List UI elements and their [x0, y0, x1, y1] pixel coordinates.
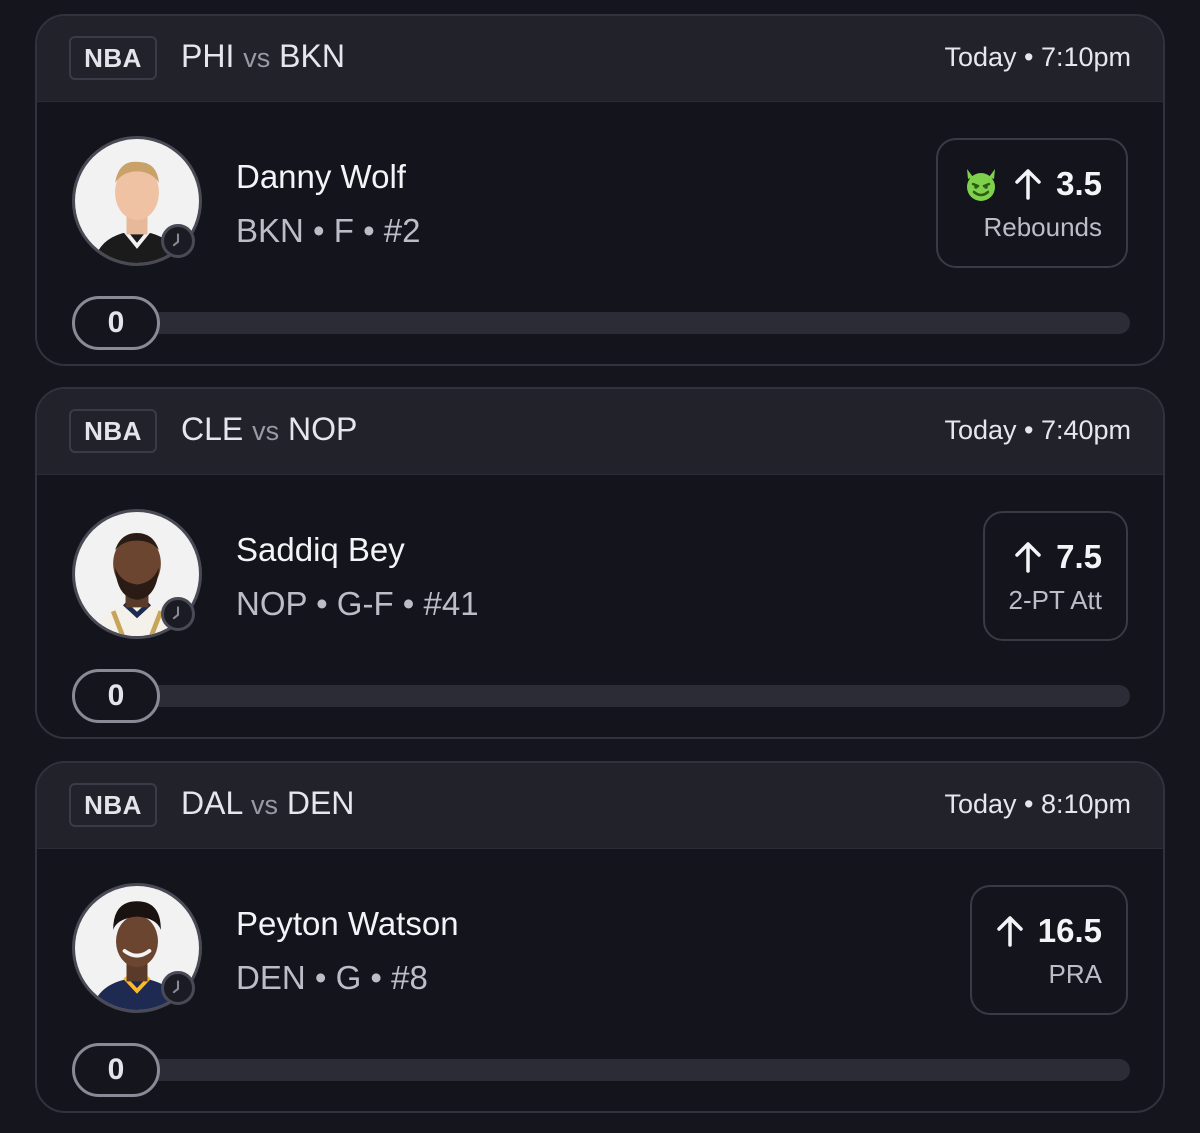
player-name: Peyton Watson [236, 905, 459, 942]
league-badge: NBA [69, 36, 157, 80]
away-team: CLE [181, 411, 244, 447]
pick-line-box[interactable]: 16.5 PRA [969, 885, 1128, 1015]
up-arrow-icon [1014, 541, 1042, 573]
clock-icon [161, 971, 195, 1005]
card-header: NBA PHI vs BKN Today • 7:10pm [37, 16, 1163, 102]
stat-label: PRA [1048, 959, 1102, 989]
stat-label: 2-PT Att [1008, 585, 1102, 615]
game-time: Today • 8:10pm [944, 789, 1131, 819]
league-badge: NBA [69, 783, 157, 827]
matchup: PHI vs BKN [181, 38, 345, 75]
pick-line: 3.5 [962, 162, 1102, 206]
pick-card[interactable]: NBA CLE vs NOP Today • 7:40pm Saddiq Bey… [35, 387, 1165, 739]
away-team: DAL [181, 785, 243, 821]
vs-label: vs [243, 43, 271, 73]
home-team: BKN [279, 38, 345, 74]
progress-count: 0 [72, 669, 160, 723]
up-arrow-icon [1014, 168, 1042, 200]
away-team: PHI [181, 38, 235, 74]
player-name: Saddiq Bey [236, 531, 405, 568]
pick-value: 16.5 [1037, 912, 1102, 949]
pick-value: 7.5 [1056, 538, 1102, 575]
game-time: Today • 7:10pm [944, 42, 1131, 72]
matchup: DAL vs DEN [181, 785, 354, 822]
home-team: NOP [288, 411, 358, 447]
green-devil-emoji-icon [962, 165, 1000, 203]
progress-count: 0 [72, 1043, 160, 1097]
player-meta: NOP • G-F • #41 [236, 585, 479, 622]
pick-value: 3.5 [1056, 165, 1102, 202]
progress-bar [117, 685, 1130, 707]
pick-card[interactable]: NBA PHI vs BKN Today • 7:10pm Danny Wolf… [35, 14, 1165, 366]
pick-line: 16.5 [996, 909, 1102, 953]
league-badge: NBA [69, 409, 157, 453]
pick-line: 7.5 [1014, 535, 1102, 579]
card-header: NBA DAL vs DEN Today • 8:10pm [37, 763, 1163, 849]
matchup: CLE vs NOP [181, 411, 357, 448]
vs-label: vs [252, 416, 280, 446]
player-meta: BKN • F • #2 [236, 212, 421, 249]
player-meta: DEN • G • #8 [236, 959, 428, 996]
progress-count: 0 [72, 296, 160, 350]
game-time: Today • 7:40pm [944, 415, 1131, 445]
progress-bar [117, 1059, 1130, 1081]
pick-card[interactable]: NBA DAL vs DEN Today • 8:10pm Peyton Wat… [35, 761, 1165, 1113]
home-team: DEN [286, 785, 355, 821]
stat-label: Rebounds [983, 212, 1102, 242]
pick-line-box[interactable]: 7.5 2-PT Att [982, 511, 1128, 641]
progress-bar [117, 312, 1130, 334]
clock-icon [161, 224, 195, 258]
card-header: NBA CLE vs NOP Today • 7:40pm [37, 389, 1163, 475]
clock-icon [161, 597, 195, 631]
pick-line-box[interactable]: 3.5 Rebounds [936, 138, 1128, 268]
up-arrow-icon [996, 915, 1024, 947]
player-name: Danny Wolf [236, 158, 406, 195]
vs-label: vs [250, 790, 278, 820]
